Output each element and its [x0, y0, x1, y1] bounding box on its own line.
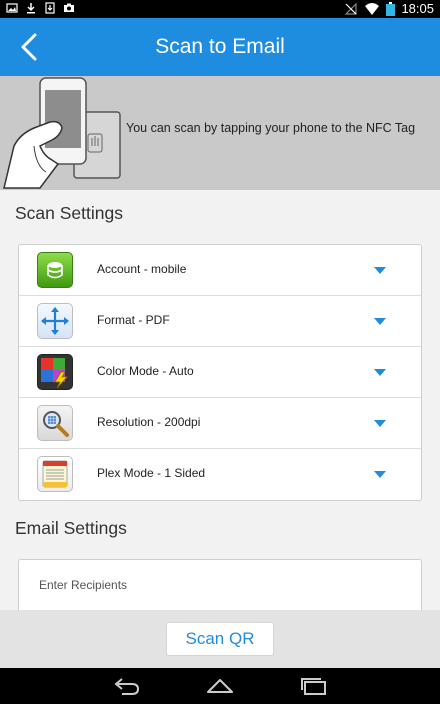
- status-bar: 18:05: [0, 0, 440, 18]
- camera-notification-icon: [64, 3, 74, 12]
- setting-label: Plex Mode - 1 Sided: [97, 466, 206, 480]
- color-mode-icon: [37, 354, 73, 390]
- dropdown-arrow-icon: [374, 267, 386, 274]
- bottom-action-bar: Scan QR: [0, 610, 440, 668]
- setting-row-account[interactable]: Account - mobile: [19, 245, 421, 296]
- signal-off-icon: [345, 2, 358, 15]
- resolution-icon: [37, 405, 73, 441]
- back-nav-icon[interactable]: [112, 676, 142, 696]
- home-nav-icon[interactable]: [205, 676, 235, 696]
- format-icon: [37, 303, 73, 339]
- dropdown-arrow-icon: [374, 471, 386, 478]
- page-title: Scan to Email: [155, 35, 285, 58]
- setting-label: Account - mobile: [97, 262, 187, 276]
- email-settings-heading: Email Settings: [0, 505, 440, 551]
- image-notification-icon: [6, 3, 18, 13]
- setting-label: Resolution - 200dpi: [97, 415, 201, 429]
- scan-settings-list: Account - mobile Format - PDF Color Mode…: [18, 244, 422, 501]
- scan-settings-heading: Scan Settings: [0, 190, 440, 236]
- setting-row-resolution[interactable]: Resolution - 200dpi: [19, 398, 421, 449]
- battery-icon: [386, 2, 396, 16]
- setting-row-plex-mode[interactable]: Plex Mode - 1 Sided: [19, 449, 421, 500]
- recents-nav-icon[interactable]: [299, 676, 329, 696]
- nfc-instruction-text: You can scan by tapping your phone to th…: [126, 121, 416, 135]
- scan-qr-button[interactable]: Scan QR: [166, 622, 274, 656]
- plex-mode-icon: [37, 456, 73, 492]
- nfc-tap-illustration: [3, 77, 121, 189]
- wifi-icon: [365, 3, 380, 15]
- setting-label: Color Mode - Auto: [97, 364, 194, 378]
- title-bar: Scan to Email: [0, 18, 440, 76]
- recipients-input[interactable]: [39, 578, 399, 592]
- setting-label: Format - PDF: [97, 313, 170, 327]
- download-complete-icon: [45, 2, 55, 14]
- system-nav-bar: [0, 668, 440, 704]
- dropdown-arrow-icon: [374, 318, 386, 325]
- download-icon: [27, 3, 35, 14]
- setting-row-color-mode[interactable]: Color Mode - Auto: [19, 347, 421, 398]
- dropdown-arrow-icon: [374, 369, 386, 376]
- nfc-banner: You can scan by tapping your phone to th…: [0, 76, 440, 190]
- status-time: 18:05: [401, 1, 434, 16]
- setting-row-format[interactable]: Format - PDF: [19, 296, 421, 347]
- email-recipients-card: [18, 559, 422, 611]
- account-icon: [37, 252, 73, 288]
- dropdown-arrow-icon: [374, 420, 386, 427]
